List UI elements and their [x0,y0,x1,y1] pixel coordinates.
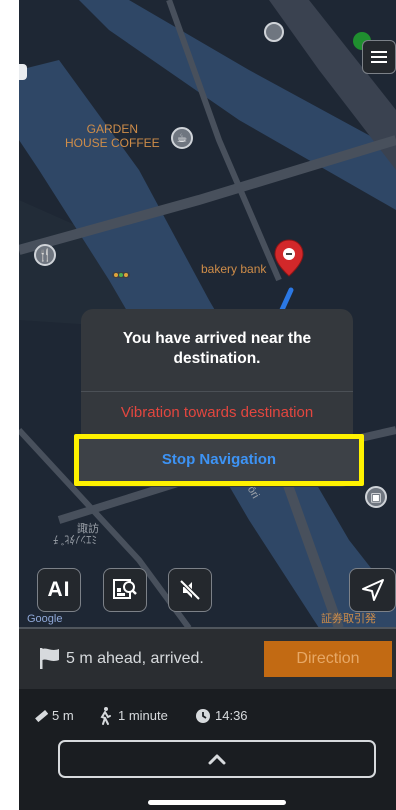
walking-icon [100,707,111,725]
arrival-status-text: 5 m ahead, arrived. [66,650,204,667]
locate-button[interactable] [349,568,396,612]
google-logo: Google [27,613,63,625]
flag-icon [40,648,59,669]
stop-navigation-button[interactable]: Stop Navigation [79,439,359,481]
clock-icon [196,709,210,723]
duration-text: 1 minute [118,708,168,723]
edge-marker [19,64,27,80]
eta-text: 14:36 [215,708,248,723]
map-search-button[interactable] [103,568,147,612]
direction-button[interactable]: Direction [264,641,392,677]
speaker-muted-icon [179,579,201,601]
chevron-up-icon [208,754,226,765]
street-label-jp-2: ﾐｴﾝﾉﾀﾋﾞﾁ [53,533,97,545]
poi-icon[interactable] [264,22,284,42]
poi-label-bakery: bakery bank [201,262,267,276]
expand-button[interactable] [58,740,376,778]
area-label-jp: 証券取引発 [321,613,376,625]
hamburger-menu-icon [371,51,387,63]
ruler-icon [35,709,48,723]
distance-text: 5 m [52,708,74,723]
poi-label-garden-house: GARDEN HOUSE COFFEE [65,122,160,150]
coffee-icon[interactable]: ☕ [171,127,193,149]
vibration-button[interactable]: Vibration towards destination [81,392,353,434]
menu-button[interactable] [362,40,396,74]
mute-button[interactable] [168,568,212,612]
destination-pin-icon [274,239,304,277]
restaurant-icon[interactable]: 🍴 [34,244,56,266]
navigation-arrow-icon [361,579,384,601]
ai-button[interactable]: AI [37,568,81,612]
dialog-title: You have arrived near the destination. [122,330,312,367]
map-search-icon [113,579,137,599]
home-indicator[interactable] [148,800,286,805]
building-icon[interactable]: ▣ [365,486,387,508]
